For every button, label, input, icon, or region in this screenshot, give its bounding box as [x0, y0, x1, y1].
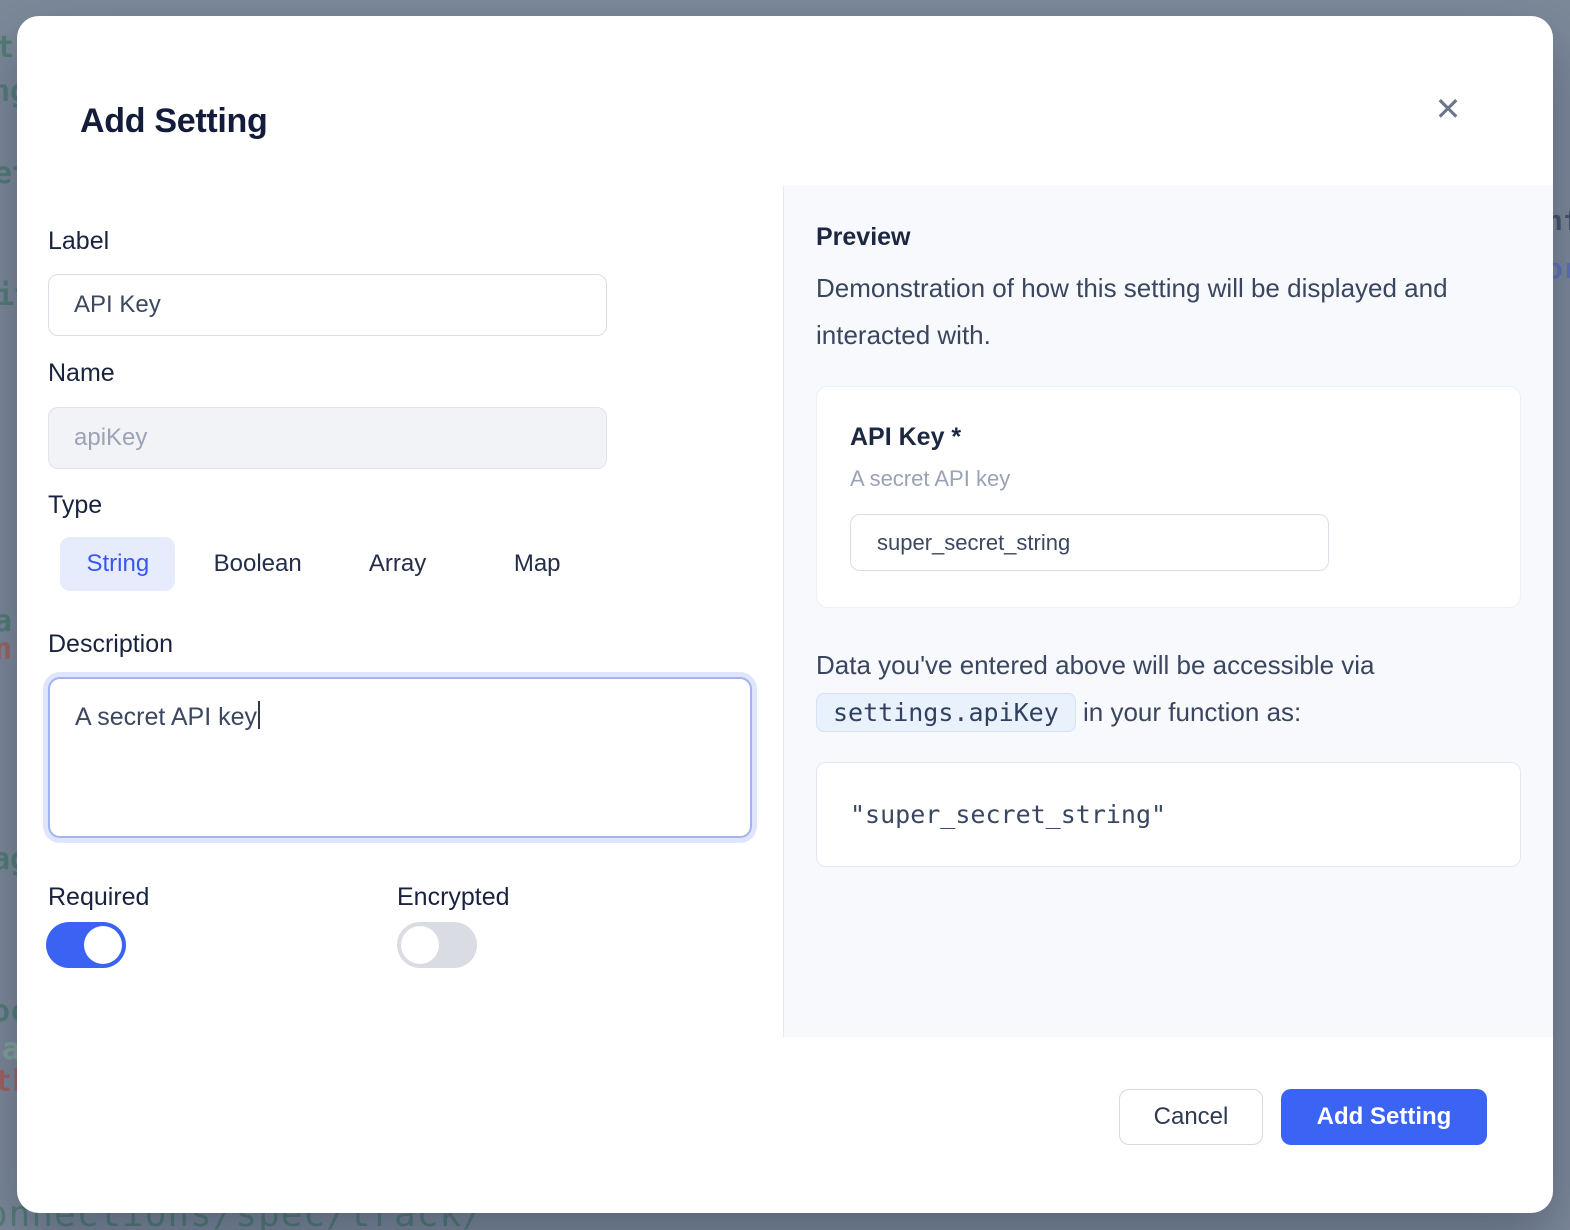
encrypted-toggle[interactable]: [397, 922, 477, 968]
description-field-label: Description: [48, 629, 173, 659]
type-tab-boolean-label: Boolean: [188, 537, 328, 591]
name-field-label: Name: [48, 358, 115, 388]
preview-card-title: API Key *: [850, 423, 1487, 452]
type-tab-boolean[interactable]: Boolean: [188, 536, 328, 592]
text-cursor: [258, 701, 260, 729]
cancel-button[interactable]: Cancel: [1119, 1089, 1263, 1145]
dialog-title: Add Setting: [80, 102, 267, 141]
preview-value-input[interactable]: [850, 514, 1329, 571]
code-output-text: "super_secret_string": [850, 800, 1166, 829]
preview-heading: Preview: [816, 222, 1521, 252]
name-input: [48, 407, 607, 469]
type-tab-string[interactable]: String: [48, 536, 188, 592]
background-code-fragment: t: [0, 30, 14, 65]
type-tabs: String Boolean Array Map: [48, 536, 607, 592]
required-label: Required: [48, 882, 149, 912]
label-input[interactable]: [48, 274, 607, 336]
preview-card-subtitle: A secret API key: [850, 466, 1487, 492]
type-tab-array[interactable]: Array: [328, 536, 468, 592]
description-textarea[interactable]: A secret API key: [48, 677, 752, 838]
settings-key-chip: settings.apiKey: [816, 693, 1076, 732]
access-text-after: in your function as:: [1083, 697, 1301, 727]
close-icon[interactable]: ✕: [1425, 86, 1471, 132]
add-setting-dialog: Add Setting ✕ Label Name Type String Boo…: [17, 16, 1553, 1213]
toggle-knob: [84, 926, 122, 964]
encrypted-label: Encrypted: [397, 882, 510, 912]
required-toggle[interactable]: [46, 922, 126, 968]
preview-panel: Preview Demonstration of how this settin…: [783, 185, 1553, 1037]
type-tab-map-label: Map: [488, 537, 587, 591]
preview-description: Demonstration of how this setting will b…: [816, 265, 1486, 359]
type-tab-map[interactable]: Map: [467, 536, 607, 592]
preview-card: API Key * A secret API key: [816, 386, 1521, 608]
access-text-before: Data you've entered above will be access…: [816, 650, 1375, 680]
add-setting-button[interactable]: Add Setting: [1281, 1089, 1487, 1145]
description-text: A secret API key: [75, 703, 257, 731]
type-tab-string-label: String: [60, 537, 175, 591]
label-field-label: Label: [48, 226, 109, 256]
code-output-box: "super_secret_string": [816, 762, 1521, 867]
toggle-knob: [401, 926, 439, 964]
access-description: Data you've entered above will be access…: [816, 642, 1496, 736]
type-field-label: Type: [48, 490, 102, 520]
type-tab-array-label: Array: [343, 537, 452, 591]
